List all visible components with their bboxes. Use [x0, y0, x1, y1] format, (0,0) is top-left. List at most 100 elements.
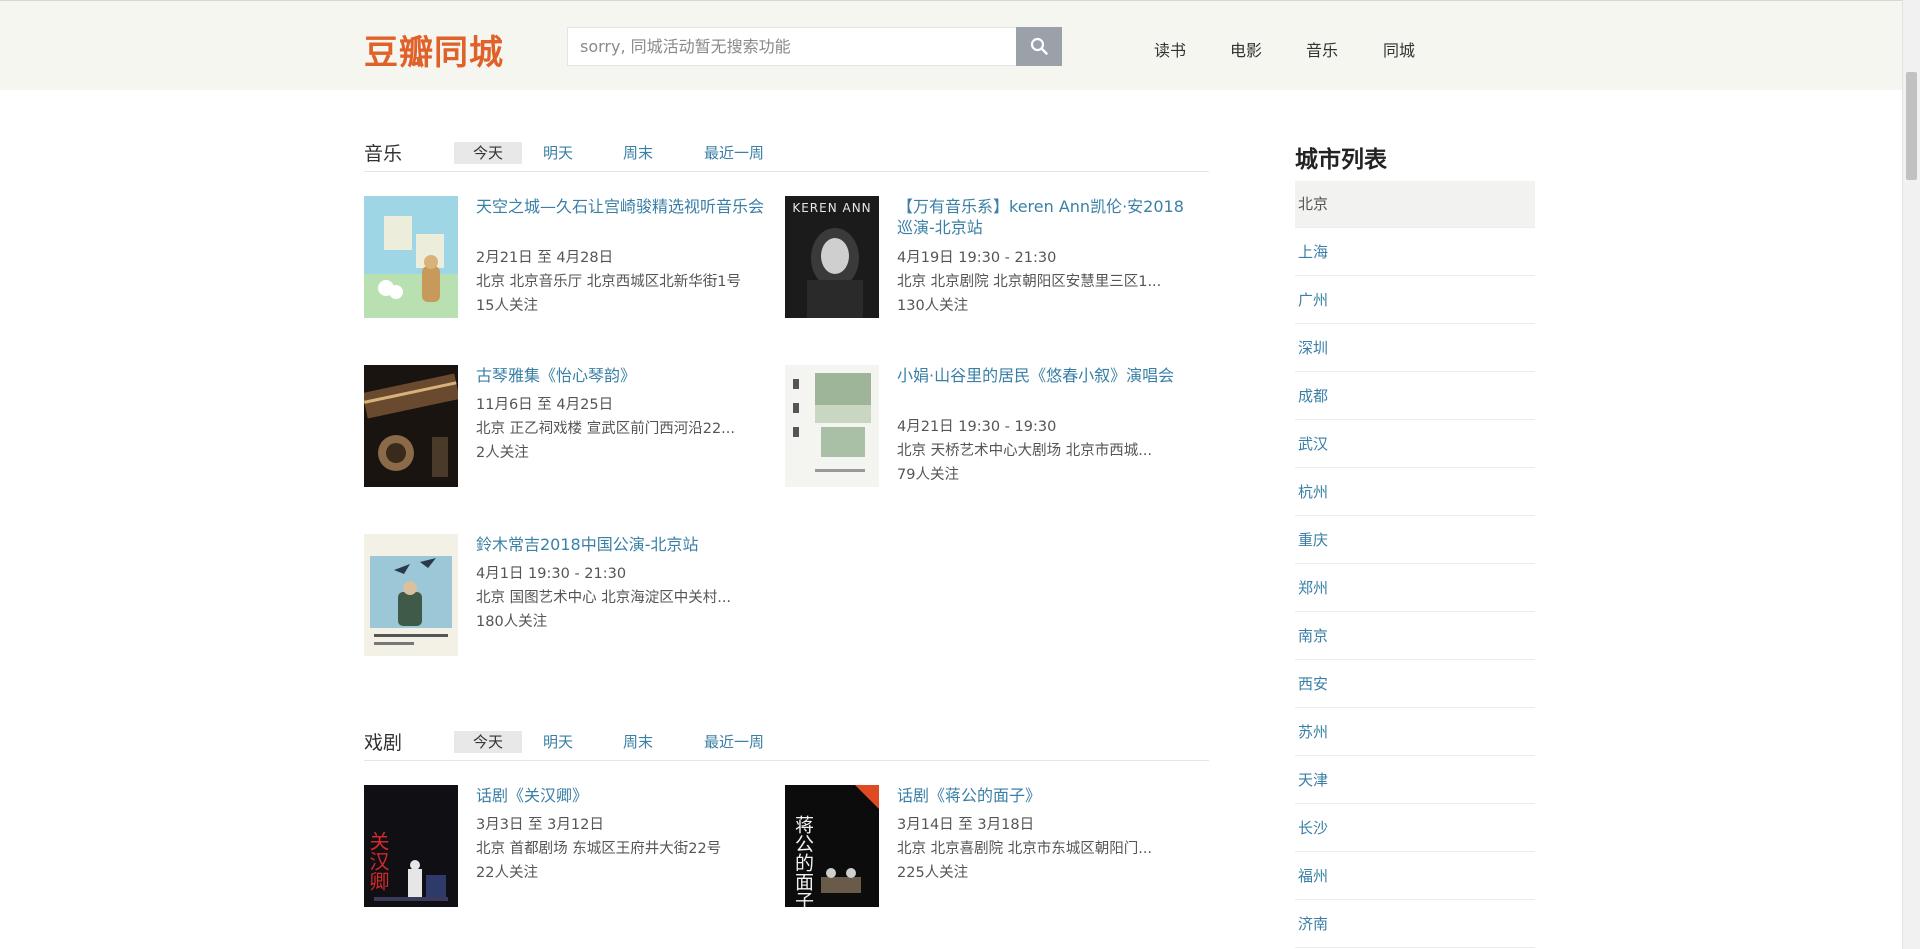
event-followers: 2人关注 [476, 445, 529, 461]
event-poster[interactable]: 关汉卿 [364, 785, 458, 907]
section-title: 音乐 [364, 143, 403, 165]
event-date: 4月21日 19:30 - 19:30 [897, 419, 1057, 435]
event-item: 古琴雅集《怡心琴韵》 11月6日 至 4月25日 北京 正乙祠戏楼 宣武区前门西… [364, 365, 774, 490]
city-item-jinan[interactable]: 济南 [1295, 901, 1535, 948]
city-link[interactable]: 北京 [1298, 193, 1328, 214]
city-link[interactable]: 重庆 [1298, 529, 1328, 550]
city-link[interactable]: 济南 [1298, 913, 1328, 934]
city-item-xian[interactable]: 西安 [1295, 661, 1535, 708]
city-list: 城市列表 北京 上海 广州 深圳 成都 武汉 杭州 重庆 郑州 南京 西安 苏州… [1295, 140, 1535, 948]
event-title[interactable]: 话剧《关汉卿》 [476, 785, 766, 806]
event-item: 天空之城—久石让宫崎骏精选视听音乐会 2月21日 至 4月28日 北京 北京音乐… [364, 196, 774, 321]
search-input[interactable] [568, 28, 1016, 65]
nav-item-books[interactable]: 读书 [1154, 37, 1186, 61]
city-link[interactable]: 福州 [1298, 865, 1328, 886]
city-link[interactable]: 西安 [1298, 673, 1328, 694]
section-title: 戏剧 [364, 732, 403, 754]
tab-tomorrow[interactable]: 明天 [534, 731, 582, 753]
city-link[interactable]: 郑州 [1298, 577, 1328, 598]
event-venue: 北京 正乙祠戏楼 宣武区前门西河沿22... [476, 421, 735, 437]
event-item: KEREN ANN 【万有音乐系】keren Ann凯伦·安2018巡演-北京站… [785, 196, 1195, 321]
city-item-chongqing[interactable]: 重庆 [1295, 517, 1535, 564]
event-venue: 北京 北京音乐厅 北京西城区北新华街1号 [476, 274, 741, 290]
event-date: 4月19日 19:30 - 21:30 [897, 250, 1057, 266]
event-date: 2月21日 至 4月28日 [476, 250, 614, 266]
event-poster[interactable] [364, 534, 458, 656]
city-item-wuhan[interactable]: 武汉 [1295, 421, 1535, 468]
tab-today[interactable]: 今天 [454, 731, 522, 753]
event-poster[interactable] [364, 196, 458, 318]
city-item-chengdu[interactable]: 成都 [1295, 373, 1535, 420]
tab-tomorrow[interactable]: 明天 [534, 142, 582, 164]
event-item: 鈴木常吉2018中国公演-北京站 4月1日 19:30 - 21:30 北京 国… [364, 534, 774, 659]
city-link[interactable]: 苏州 [1298, 721, 1328, 742]
section-header-drama: 戏剧 今天 明天 周末 最近一周 [364, 722, 1209, 761]
event-venue: 北京 国图艺术中心 北京海淀区中关村... [476, 590, 732, 606]
event-item: 关汉卿 话剧《关汉卿》 3月3日 至 3月12日 北京 首都剧场 东城区王府井大… [364, 785, 774, 910]
event-item: 小娟·山谷里的居民《悠春小叙》演唱会 4月21日 19:30 - 19:30 北… [785, 365, 1195, 490]
city-link[interactable]: 广州 [1298, 289, 1328, 310]
city-item-hangzhou[interactable]: 杭州 [1295, 469, 1535, 516]
event-venue: 北京 北京剧院 北京朝阳区安慧里三区1... [897, 274, 1162, 290]
event-title[interactable]: 话剧《蒋公的面子》 [897, 785, 1187, 806]
tab-weekend[interactable]: 周末 [614, 731, 662, 753]
event-item: 蒋公的面子 话剧《蒋公的面子》 3月14日 至 3月18日 北京 北京喜剧院 北… [785, 785, 1195, 910]
city-item-tianjin[interactable]: 天津 [1295, 757, 1535, 804]
city-item-fuzhou[interactable]: 福州 [1295, 853, 1535, 900]
city-list-title: 城市列表 [1295, 147, 1387, 173]
event-title[interactable]: 天空之城—久石让宫崎骏精选视听音乐会 [476, 196, 766, 217]
nav-item-movies[interactable]: 电影 [1230, 37, 1262, 61]
poster-caption: 蒋公的面子 [792, 815, 814, 907]
event-followers: 22人关注 [476, 865, 538, 881]
event-poster[interactable]: 蒋公的面子 [785, 785, 879, 907]
city-item-zhengzhou[interactable]: 郑州 [1295, 565, 1535, 612]
city-link[interactable]: 南京 [1298, 625, 1328, 646]
event-date: 11月6日 至 4月25日 [476, 397, 614, 413]
scrollbar-thumb[interactable] [1906, 72, 1917, 180]
search-box [567, 27, 1062, 66]
event-venue: 北京 首都剧场 东城区王府井大街22号 [476, 841, 722, 857]
event-poster[interactable]: KEREN ANN [785, 196, 879, 318]
tab-today[interactable]: 今天 [454, 142, 522, 164]
poster-caption: 关汉卿 [366, 831, 390, 891]
tab-this-week[interactable]: 最近一周 [694, 142, 774, 164]
page-scrollbar[interactable] [1902, 0, 1920, 949]
city-link[interactable]: 上海 [1298, 241, 1328, 262]
event-title[interactable]: 鈴木常吉2018中国公演-北京站 [476, 534, 766, 555]
event-venue: 北京 天桥艺术中心大剧场 北京市西城... [897, 443, 1153, 459]
site-logo[interactable]: 豆瓣同城 [364, 25, 504, 74]
search-button[interactable] [1016, 27, 1062, 66]
city-item-beijing[interactable]: 北京 [1295, 181, 1535, 228]
event-poster[interactable] [785, 365, 879, 487]
event-followers: 180人关注 [476, 614, 548, 630]
city-link[interactable]: 武汉 [1298, 433, 1328, 454]
city-link[interactable]: 成都 [1298, 385, 1328, 406]
event-poster[interactable] [364, 365, 458, 487]
event-title[interactable]: 古琴雅集《怡心琴韵》 [476, 365, 766, 386]
event-followers: 130人关注 [897, 298, 969, 314]
tab-weekend[interactable]: 周末 [614, 142, 662, 164]
nav-item-music[interactable]: 音乐 [1306, 37, 1338, 61]
event-followers: 15人关注 [476, 298, 538, 314]
event-title[interactable]: 【万有音乐系】keren Ann凯伦·安2018巡演-北京站 [897, 196, 1187, 238]
city-link[interactable]: 长沙 [1298, 817, 1328, 838]
tab-this-week[interactable]: 最近一周 [694, 731, 774, 753]
city-item-suzhou[interactable]: 苏州 [1295, 709, 1535, 756]
city-item-shenzhen[interactable]: 深圳 [1295, 325, 1535, 372]
event-date: 3月14日 至 3月18日 [897, 817, 1035, 833]
city-item-nanjing[interactable]: 南京 [1295, 613, 1535, 660]
city-item-shanghai[interactable]: 上海 [1295, 229, 1535, 276]
event-title[interactable]: 小娟·山谷里的居民《悠春小叙》演唱会 [897, 365, 1187, 386]
city-link[interactable]: 杭州 [1298, 481, 1328, 502]
search-icon [1030, 37, 1048, 55]
city-link[interactable]: 深圳 [1298, 337, 1328, 358]
city-item-changsha[interactable]: 长沙 [1295, 805, 1535, 852]
nav-item-city[interactable]: 同城 [1383, 37, 1415, 61]
city-item-guangzhou[interactable]: 广州 [1295, 277, 1535, 324]
event-venue: 北京 北京喜剧院 北京市东城区朝阳门... [897, 841, 1153, 857]
poster-caption: KEREN ANN [792, 201, 871, 215]
event-followers: 79人关注 [897, 467, 959, 483]
city-link[interactable]: 天津 [1298, 769, 1328, 790]
event-date: 3月3日 至 3月12日 [476, 817, 604, 833]
site-header: 豆瓣同城 读书 电影 音乐 同城 [0, 0, 1902, 90]
